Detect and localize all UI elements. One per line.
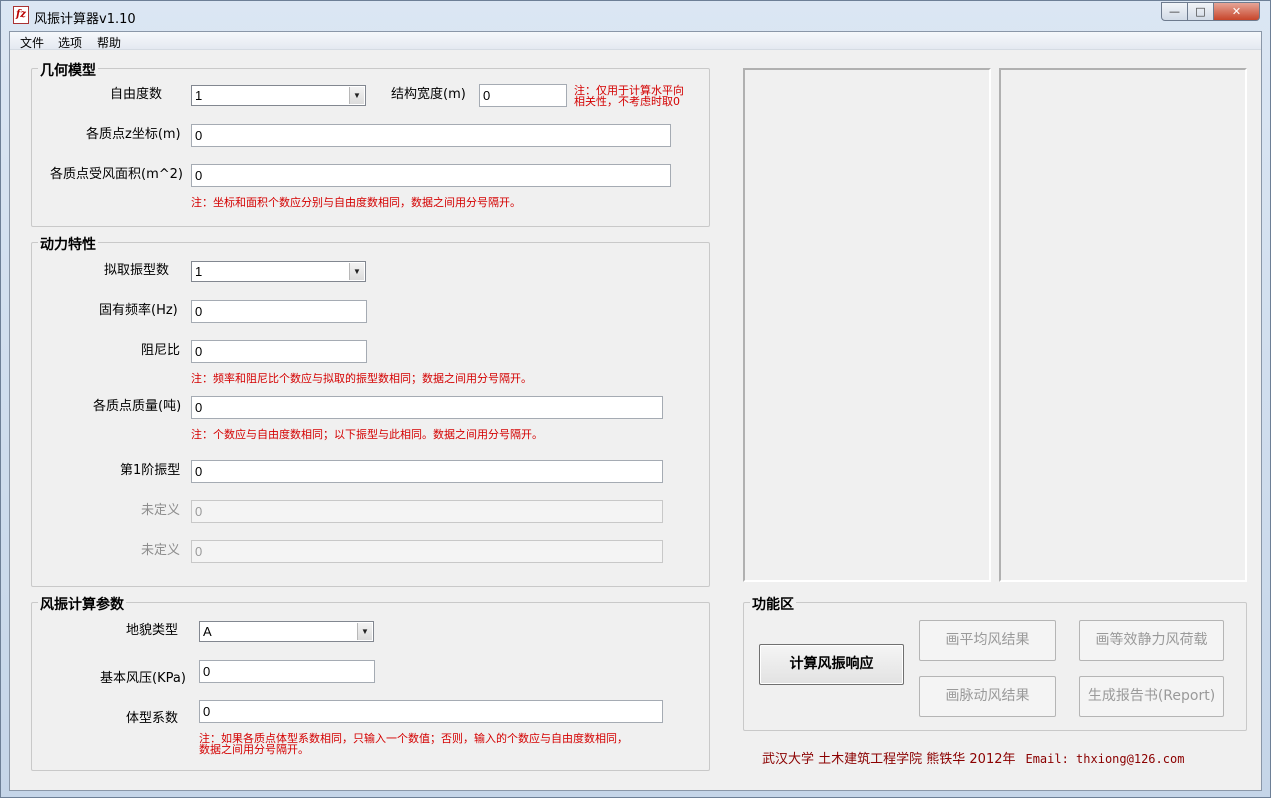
mass-note: 注：个数应与自由度数相同；以下振型与此相同。数据之间用分号隔开。 xyxy=(191,428,543,441)
app-logo-icon: fz xyxy=(13,6,29,24)
modes-select-value: 1 xyxy=(195,264,203,279)
undefined-mode-input-1: 0 xyxy=(191,500,663,523)
width-input[interactable]: 0 xyxy=(479,84,567,107)
undefined-mode-label-2: 未定义 xyxy=(141,543,181,558)
plot-fluct-wind-button[interactable]: 画脉动风结果 xyxy=(919,676,1056,717)
width-label: 结构宽度(m) xyxy=(391,87,466,102)
title-bar[interactable]: fz 风振计算器v1.10 — □ ✕ xyxy=(1,1,1270,31)
width-note-line2: 相关性，不考虑时取0 xyxy=(574,95,680,108)
modes-select[interactable]: 1 ▼ xyxy=(191,261,366,282)
freq-label: 固有频率(Hz) xyxy=(99,303,178,318)
mode1-label: 第1阶振型 xyxy=(120,463,181,478)
geometry-note: 注：坐标和面积个数应分别与自由度数相同，数据之间用分号隔开。 xyxy=(191,196,521,209)
modes-label: 拟取振型数 xyxy=(104,263,170,278)
maximize-button[interactable]: □ xyxy=(1188,2,1214,21)
function-group-title: 功能区 xyxy=(750,594,796,614)
close-button[interactable]: ✕ xyxy=(1214,2,1260,21)
window-title: 风振计算器v1.10 xyxy=(34,12,136,27)
mass-input[interactable]: 0 xyxy=(191,396,663,419)
area-input[interactable]: 0 xyxy=(191,164,671,187)
dof-label: 自由度数 xyxy=(110,87,163,102)
menu-options[interactable]: 选项 xyxy=(58,34,82,51)
freq-damping-note: 注：频率和阻尼比个数应与拟取的振型数相同；数据之间用分号隔开。 xyxy=(191,372,532,385)
shape-coef-input[interactable]: 0 xyxy=(199,700,663,723)
undefined-mode-label-1: 未定义 xyxy=(141,503,181,518)
chevron-down-icon[interactable]: ▼ xyxy=(357,623,372,640)
terrain-select[interactable]: A ▼ xyxy=(199,621,374,642)
z-coord-label: 各质点z坐标(m) xyxy=(86,127,181,142)
plot-mean-wind-button[interactable]: 画平均风结果 xyxy=(919,620,1056,661)
chevron-down-icon[interactable]: ▼ xyxy=(349,87,364,104)
dynamics-group-title: 动力特性 xyxy=(38,234,98,254)
client-area: 文件 选项 帮助 几何模型 自由度数 1 ▼ 结构宽度(m) 0 注：仅用于计算… xyxy=(9,31,1262,791)
menu-help[interactable]: 帮助 xyxy=(97,34,121,51)
footer-email: Email: thxiong@126.com xyxy=(1025,752,1185,766)
wind-group-title: 风振计算参数 xyxy=(38,594,126,614)
z-coord-input[interactable]: 0 xyxy=(191,124,671,147)
dof-select-value: 1 xyxy=(195,88,203,103)
plot-panel-left xyxy=(743,68,991,582)
mode1-input[interactable]: 0 xyxy=(191,460,663,483)
area-label: 各质点受风面积(m^2) xyxy=(50,167,183,182)
footer-credit: 武汉大学 土木建筑工程学院 熊铁华 2012年 Email: thxiong@12… xyxy=(762,748,1184,767)
menu-bar: 文件 选项 帮助 xyxy=(10,32,1261,50)
generate-report-button[interactable]: 生成报告书(Report) xyxy=(1079,676,1224,717)
terrain-label: 地貌类型 xyxy=(126,623,179,638)
chevron-down-icon[interactable]: ▼ xyxy=(349,263,364,280)
pressure-label: 基本风压(KPa) xyxy=(100,671,186,686)
undefined-mode-input-2: 0 xyxy=(191,540,663,563)
pressure-input[interactable]: 0 xyxy=(199,660,375,683)
freq-input[interactable]: 0 xyxy=(191,300,367,323)
app-window: fz 风振计算器v1.10 — □ ✕ 文件 选项 帮助 几何模型 自由度数 1… xyxy=(0,0,1271,798)
terrain-select-value: A xyxy=(203,624,212,639)
minimize-button[interactable]: — xyxy=(1161,2,1188,21)
menu-file[interactable]: 文件 xyxy=(20,34,44,51)
geometry-group-title: 几何模型 xyxy=(38,60,98,80)
mass-label: 各质点质量(吨) xyxy=(93,399,182,414)
footer-author: 武汉大学 土木建筑工程学院 熊铁华 2012年 xyxy=(762,752,1016,767)
dof-select[interactable]: 1 ▼ xyxy=(191,85,366,106)
damping-label: 阻尼比 xyxy=(141,343,181,358)
window-controls: — □ ✕ xyxy=(1161,2,1260,21)
plot-panel-right xyxy=(999,68,1247,582)
calc-wind-response-button[interactable]: 计算风振响应 xyxy=(759,644,904,685)
shape-note-line2: 数据之间用分号隔开。 xyxy=(199,743,309,756)
plot-static-load-button[interactable]: 画等效静力风荷载 xyxy=(1079,620,1224,661)
damping-input[interactable]: 0 xyxy=(191,340,367,363)
shape-coef-label: 体型系数 xyxy=(126,711,179,726)
